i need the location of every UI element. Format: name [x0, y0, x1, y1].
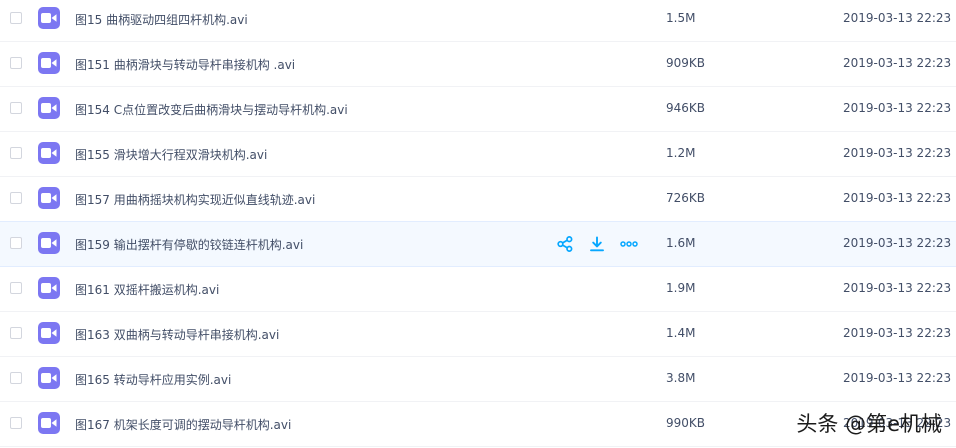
row-checkbox[interactable] — [10, 102, 22, 114]
file-name[interactable]: 图155 滑块增大行程双滑块机构.avi — [75, 146, 267, 163]
file-size: 1.2M — [666, 146, 696, 160]
file-size: 726KB — [666, 191, 706, 205]
file-date: 2019-03-13 22:23 — [843, 371, 952, 385]
file-name[interactable]: 图159 输出摆杆有停歇的铰链连杆机构.avi — [75, 236, 303, 253]
row-checkbox[interactable] — [10, 147, 22, 159]
file-date: 2019-03-13 22:23 — [843, 11, 952, 25]
video-file-icon — [38, 7, 60, 29]
file-name[interactable]: 图165 转动导杆应用实例.avi — [75, 371, 231, 388]
video-file-icon — [38, 232, 60, 254]
file-date: 2019-03-13 22:23 — [843, 191, 952, 205]
file-name[interactable]: 图167 机架长度可调的摆动导杆机构.avi — [75, 416, 291, 433]
file-size: 3.8M — [666, 371, 696, 385]
video-file-icon — [38, 367, 60, 389]
row-actions — [556, 234, 638, 254]
file-row[interactable]: 图151 曲柄滑块与转动导杆串接机构 .avi 909KB 2019-03-13… — [0, 42, 956, 87]
file-date: 2019-03-13 22:23 — [843, 281, 952, 295]
download-icon[interactable] — [588, 235, 606, 253]
file-date: 2019-03-13 22:23 — [843, 146, 952, 160]
file-list: 图15 曲柄驱动四组四杆机构.avi 1.5M 2019-03-13 22:23… — [0, 0, 956, 447]
file-name[interactable]: 图15 曲柄驱动四组四杆机构.avi — [75, 11, 248, 28]
video-file-icon — [38, 412, 60, 434]
file-row[interactable]: 图154 C点位置改变后曲柄滑块与摆动导杆机构.avi 946KB 2019-0… — [0, 87, 956, 132]
video-file-icon — [38, 322, 60, 344]
file-name[interactable]: 图151 曲柄滑块与转动导杆串接机构 .avi — [75, 56, 295, 73]
row-checkbox[interactable] — [10, 372, 22, 384]
video-file-icon — [38, 97, 60, 119]
share-icon[interactable] — [556, 235, 574, 253]
file-date: 2019-03-13 22:23 — [843, 101, 952, 115]
file-name[interactable]: 图154 C点位置改变后曲柄滑块与摆动导杆机构.avi — [75, 101, 348, 118]
file-size: 1.9M — [666, 281, 696, 295]
more-icon[interactable] — [620, 235, 638, 253]
file-date: 2019-03-13 22:23 — [843, 326, 952, 340]
file-date: 2019-03-13 22:23 — [843, 56, 952, 70]
video-file-icon — [38, 52, 60, 74]
video-file-icon — [38, 277, 60, 299]
file-row[interactable]: 图165 转动导杆应用实例.avi 3.8M 2019-03-13 22:23 — [0, 357, 956, 402]
file-size: 1.5M — [666, 11, 696, 25]
file-name[interactable]: 图161 双摇杆搬运机构.avi — [75, 281, 219, 298]
file-row[interactable]: 图161 双摇杆搬运机构.avi 1.9M 2019-03-13 22:23 — [0, 267, 956, 312]
row-checkbox[interactable] — [10, 282, 22, 294]
row-checkbox[interactable] — [10, 417, 22, 429]
row-checkbox[interactable] — [10, 237, 22, 249]
file-row[interactable]: 图155 滑块增大行程双滑块机构.avi 1.2M 2019-03-13 22:… — [0, 132, 956, 177]
file-row[interactable]: 图163 双曲柄与转动导杆串接机构.avi 1.4M 2019-03-13 22… — [0, 312, 956, 357]
row-checkbox[interactable] — [10, 327, 22, 339]
file-size: 990KB — [666, 416, 706, 430]
file-size: 946KB — [666, 101, 706, 115]
row-checkbox[interactable] — [10, 192, 22, 204]
file-size: 1.4M — [666, 326, 696, 340]
file-name[interactable]: 图157 用曲柄摇块机构实现近似直线轨迹.avi — [75, 191, 315, 208]
file-row[interactable]: 图157 用曲柄摇块机构实现近似直线轨迹.avi 726KB 2019-03-1… — [0, 177, 956, 222]
file-row[interactable]: 图15 曲柄驱动四组四杆机构.avi 1.5M 2019-03-13 22:23 — [0, 0, 956, 42]
file-row-hovered[interactable]: 图159 输出摆杆有停歇的铰链连杆机构.avi 1.6M 2019-03-13 … — [0, 221, 956, 267]
file-size: 909KB — [666, 56, 706, 70]
file-size: 1.6M — [666, 236, 696, 250]
video-file-icon — [38, 187, 60, 209]
watermark: 头条 @第e机械 — [796, 412, 942, 436]
file-date: 2019-03-13 22:23 — [843, 236, 952, 250]
video-file-icon — [38, 142, 60, 164]
row-checkbox[interactable] — [10, 12, 22, 24]
row-checkbox[interactable] — [10, 57, 22, 69]
file-name[interactable]: 图163 双曲柄与转动导杆串接机构.avi — [75, 326, 279, 343]
